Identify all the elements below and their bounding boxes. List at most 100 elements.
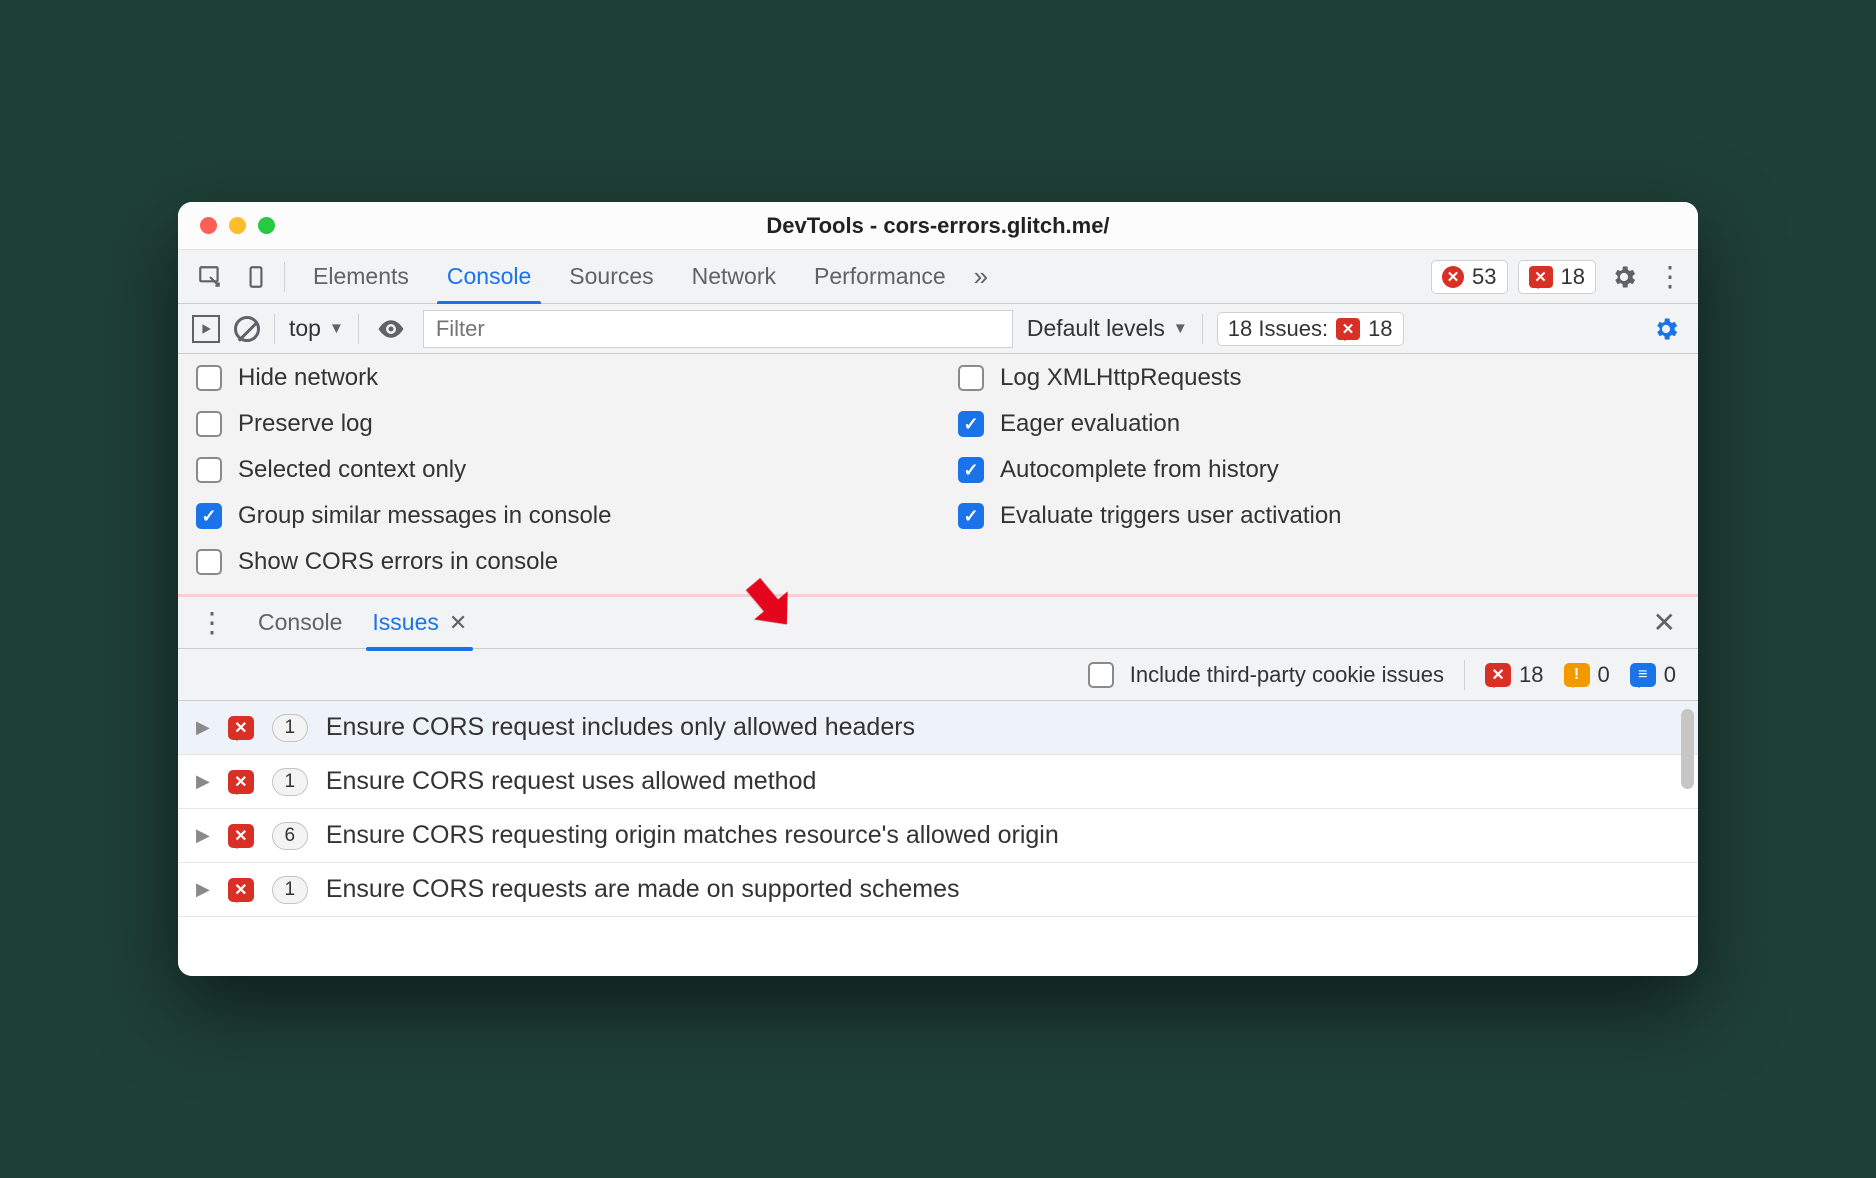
levels-dropdown[interactable]: Default levels ▼ — [1027, 315, 1188, 342]
setting-label: Log XMLHttpRequests — [1000, 364, 1241, 392]
console-settings-icon[interactable] — [1648, 311, 1684, 347]
more-tabs-icon[interactable]: » — [974, 261, 988, 292]
checkbox-icon: ✓ — [958, 503, 984, 529]
close-tab-icon[interactable]: ✕ — [449, 610, 467, 636]
setting-eager-eval[interactable]: ✓Eager evaluation — [958, 410, 1680, 438]
tab-performance[interactable]: Performance — [810, 251, 950, 302]
issues-label: 18 Issues: — [1228, 316, 1328, 342]
checkbox-icon — [196, 457, 222, 483]
setting-preserve-log[interactable]: Preserve log — [196, 410, 918, 438]
setting-label: Group similar messages in console — [238, 502, 612, 530]
panel-tabs: Elements Console Sources Network Perform… — [309, 251, 950, 302]
info-icon: ≡ — [1630, 663, 1656, 687]
drawer-tab-console[interactable]: Console — [256, 597, 344, 648]
stat-value: 0 — [1664, 662, 1676, 688]
issue-icon: ✕ — [1529, 266, 1553, 288]
execution-context-icon[interactable] — [192, 315, 220, 343]
console-controls: top ▼ Default levels ▼ 18 Issues: ✕ 18 — [178, 304, 1698, 354]
close-drawer-icon[interactable]: ✕ — [1653, 606, 1676, 639]
expand-icon[interactable]: ▶ — [196, 717, 210, 738]
checkbox-icon: ✓ — [958, 457, 984, 483]
stat-value: 0 — [1598, 662, 1610, 688]
checkbox-icon: ✓ — [958, 411, 984, 437]
tab-console[interactable]: Console — [443, 251, 535, 302]
issues-list[interactable]: ▶ ✕ 1 Ensure CORS request includes only … — [178, 701, 1698, 976]
device-toggle-icon[interactable] — [238, 259, 274, 295]
window-title: DevTools - cors-errors.glitch.me/ — [178, 213, 1698, 239]
setting-show-cors-errors[interactable]: Show CORS errors in console — [196, 548, 918, 576]
issue-count-badge[interactable]: ✕ 18 — [1518, 260, 1596, 294]
checkbox-icon — [196, 549, 222, 575]
drawer-tab-issues[interactable]: Issues ✕ — [370, 597, 469, 648]
divider — [1464, 660, 1465, 690]
drawer-tab-label: Issues — [372, 609, 438, 636]
error-count: 53 — [1472, 264, 1496, 290]
error-count-badge[interactable]: ✕ 53 — [1431, 260, 1507, 294]
issue-count-pill: 1 — [272, 876, 308, 904]
setting-label: Preserve log — [238, 410, 373, 438]
checkbox-icon — [1088, 662, 1114, 688]
setting-label: Evaluate triggers user activation — [1000, 502, 1342, 530]
setting-selected-context[interactable]: Selected context only — [196, 456, 918, 484]
issues-link-badge[interactable]: 18 Issues: ✕ 18 — [1217, 312, 1404, 346]
issue-title: Ensure CORS requests are made on support… — [326, 875, 960, 904]
tab-network[interactable]: Network — [688, 251, 780, 302]
expand-icon[interactable]: ▶ — [196, 771, 210, 792]
drawer-menu-icon[interactable]: ⋮ — [194, 605, 230, 641]
tab-elements[interactable]: Elements — [309, 251, 413, 302]
scrollbar[interactable] — [1681, 709, 1694, 789]
titlebar: DevTools - cors-errors.glitch.me/ — [178, 202, 1698, 250]
error-icon: ✕ — [228, 770, 254, 794]
include-label: Include third-party cookie issues — [1130, 662, 1444, 688]
live-expression-icon[interactable] — [373, 311, 409, 347]
tab-sources[interactable]: Sources — [565, 251, 657, 302]
clear-console-icon[interactable] — [234, 316, 260, 342]
setting-label: Autocomplete from history — [1000, 456, 1279, 484]
issue-row[interactable]: ▶ ✕ 1 Ensure CORS request uses allowed m… — [178, 755, 1698, 809]
issue-title: Ensure CORS requesting origin matches re… — [326, 821, 1059, 850]
issue-title: Ensure CORS request uses allowed method — [326, 767, 817, 796]
inspect-icon[interactable] — [192, 259, 228, 295]
setting-autocomplete-history[interactable]: ✓ Autocomplete from history — [958, 456, 1680, 484]
divider — [358, 314, 359, 344]
filter-input[interactable] — [423, 310, 1013, 348]
setting-label: Selected context only — [238, 456, 466, 484]
expand-icon[interactable]: ▶ — [196, 825, 210, 846]
issue-count-pill: 1 — [272, 714, 308, 742]
divider — [1202, 314, 1203, 344]
issue-row[interactable]: ▶ ✕ 1 Ensure CORS requests are made on s… — [178, 863, 1698, 917]
checkbox-icon — [196, 365, 222, 391]
issue-icon: ✕ — [1336, 318, 1360, 340]
issue-count-pill: 6 — [272, 822, 308, 850]
kebab-menu-icon[interactable]: ⋮ — [1652, 259, 1688, 295]
stat-warnings[interactable]: !0 — [1564, 662, 1610, 688]
setting-log-xhr[interactable]: Log XMLHttpRequests — [958, 364, 1680, 392]
checkbox-icon: ✓ — [196, 503, 222, 529]
chevron-down-icon: ▼ — [1173, 320, 1188, 337]
warning-icon: ! — [1564, 663, 1590, 687]
issues-summary: Include third-party cookie issues ✕18 !0… — [178, 649, 1698, 701]
checkbox-icon — [958, 365, 984, 391]
setting-hide-network[interactable]: Hide network — [196, 364, 918, 392]
issue-row[interactable]: ▶ ✕ 1 Ensure CORS request includes only … — [178, 701, 1698, 755]
error-icon: ✕ — [228, 824, 254, 848]
issue-title: Ensure CORS request includes only allowe… — [326, 713, 915, 742]
context-label: top — [289, 315, 321, 342]
drawer-tabs: ⋮ Console Issues ✕ ✕ — [178, 597, 1698, 649]
divider — [284, 262, 285, 292]
context-dropdown[interactable]: top ▼ — [289, 315, 344, 342]
stat-info[interactable]: ≡0 — [1630, 662, 1676, 688]
divider — [274, 314, 275, 344]
stat-value: 18 — [1519, 662, 1543, 688]
expand-icon[interactable]: ▶ — [196, 879, 210, 900]
issues-count: 18 — [1368, 316, 1392, 342]
error-icon: ✕ — [228, 878, 254, 902]
issue-row[interactable]: ▶ ✕ 6 Ensure CORS requesting origin matc… — [178, 809, 1698, 863]
setting-group-similar[interactable]: ✓ Group similar messages in console — [196, 502, 918, 530]
settings-icon[interactable] — [1606, 259, 1642, 295]
main-toolbar: Elements Console Sources Network Perform… — [178, 250, 1698, 304]
stat-errors[interactable]: ✕18 — [1485, 662, 1543, 688]
include-third-party-toggle[interactable]: Include third-party cookie issues — [1088, 662, 1444, 688]
devtools-window: DevTools - cors-errors.glitch.me/ Elemen… — [178, 202, 1698, 976]
setting-evaluate-activation[interactable]: ✓ Evaluate triggers user activation — [958, 502, 1680, 530]
